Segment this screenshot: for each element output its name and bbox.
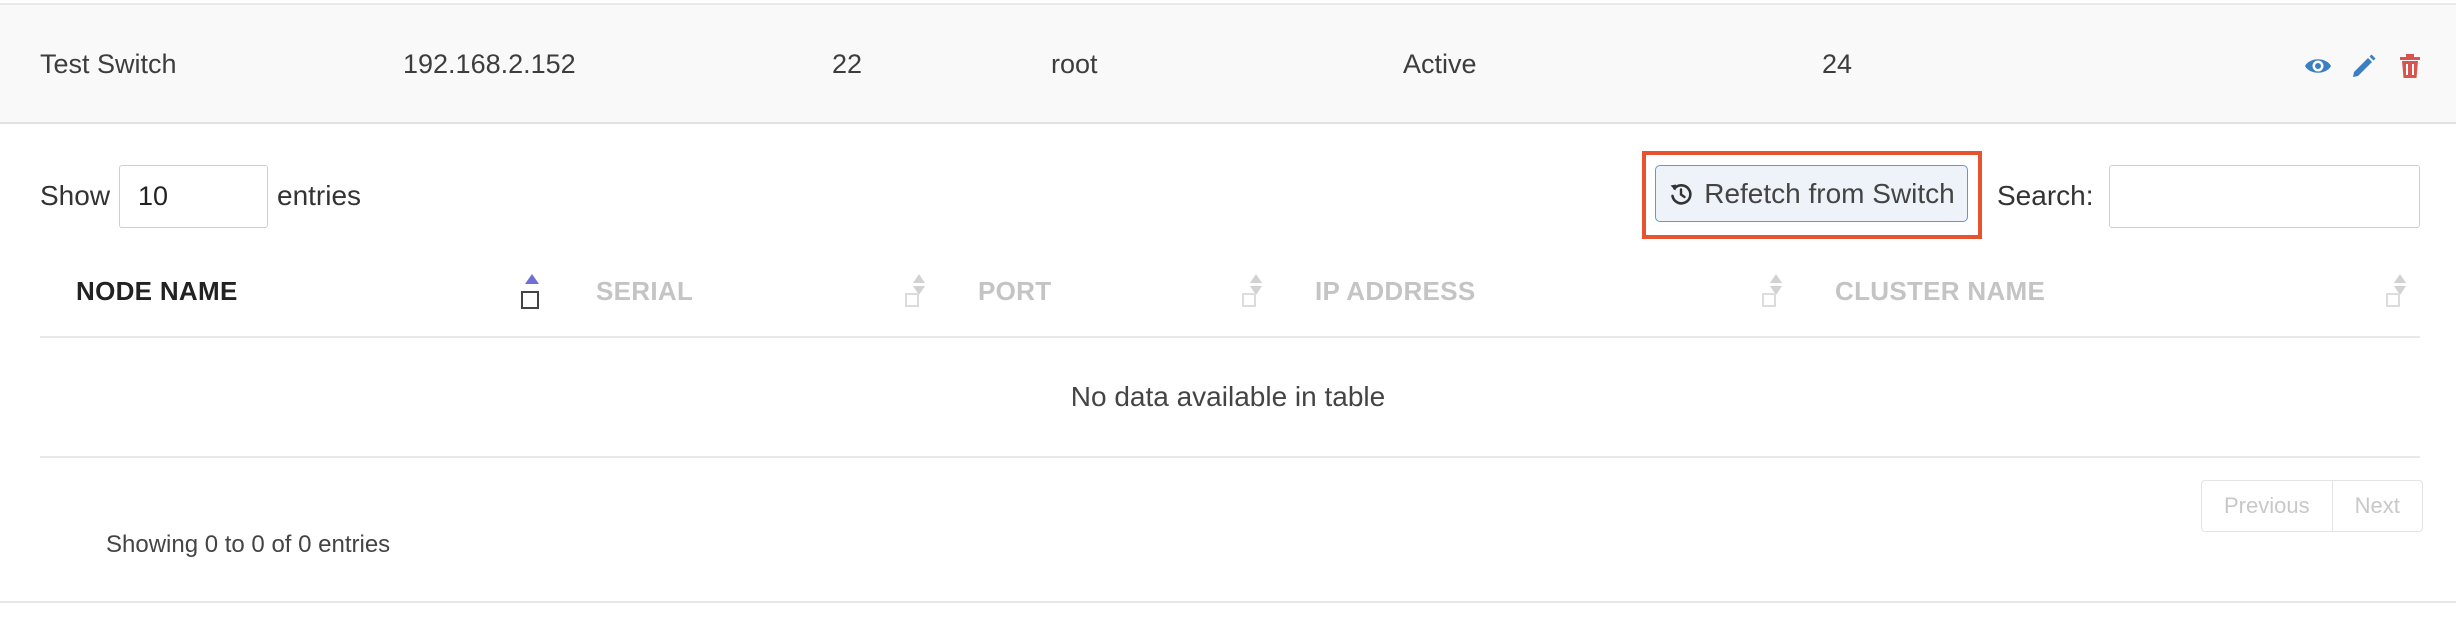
page-length-select[interactable] [119, 165, 268, 228]
table-header-divider [40, 336, 2420, 338]
column-header-port[interactable]: PORT [978, 276, 1051, 307]
column-header-node-name[interactable]: NODE NAME [76, 276, 238, 307]
sort-both-icon[interactable] [1240, 272, 1266, 310]
pagination: Previous Next [2201, 480, 2423, 532]
show-label: Show [40, 180, 111, 211]
switch-ip: 192.168.2.152 [403, 49, 576, 79]
previous-page-button[interactable]: Previous [2202, 481, 2332, 531]
entries-label: entries [277, 180, 362, 211]
column-header-cluster-name[interactable]: CLUSTER NAME [1835, 276, 2045, 307]
sort-asc-icon[interactable] [519, 272, 545, 310]
eye-icon[interactable] [2304, 52, 2332, 80]
search-label: Search: [1997, 180, 2094, 211]
column-header-serial[interactable]: SERIAL [596, 276, 693, 307]
switch-count: 24 [1822, 49, 1853, 79]
footer-divider [0, 601, 2456, 603]
search-input[interactable] [2109, 165, 2420, 228]
switch-user: root [1051, 49, 1098, 79]
sort-both-icon[interactable] [903, 272, 929, 310]
table-info: Showing 0 to 0 of 0 entries [106, 531, 391, 558]
switch-port: 22 [832, 49, 863, 79]
empty-table-message: No data available in table [1070, 381, 1386, 412]
switch-row: Test Switch 192.168.2.152 22 root Active… [0, 3, 2456, 124]
refetch-button-label: Refetch from Switch [1704, 177, 1955, 209]
pencil-icon[interactable] [2350, 52, 2378, 80]
next-page-button[interactable]: Next [2331, 481, 2422, 531]
refetch-from-switch-button[interactable]: Refetch from Switch [1655, 165, 1968, 222]
history-icon [1670, 183, 1692, 205]
row-actions [2304, 52, 2424, 80]
trash-icon[interactable] [2396, 52, 2424, 80]
sort-both-icon[interactable] [2384, 272, 2410, 310]
column-header-ip-address[interactable]: IP ADDRESS [1315, 276, 1476, 307]
table-bottom-divider [40, 456, 2420, 458]
switch-name: Test Switch [40, 49, 177, 79]
sort-both-icon[interactable] [1760, 272, 1786, 310]
switch-status: Active [1403, 49, 1477, 79]
